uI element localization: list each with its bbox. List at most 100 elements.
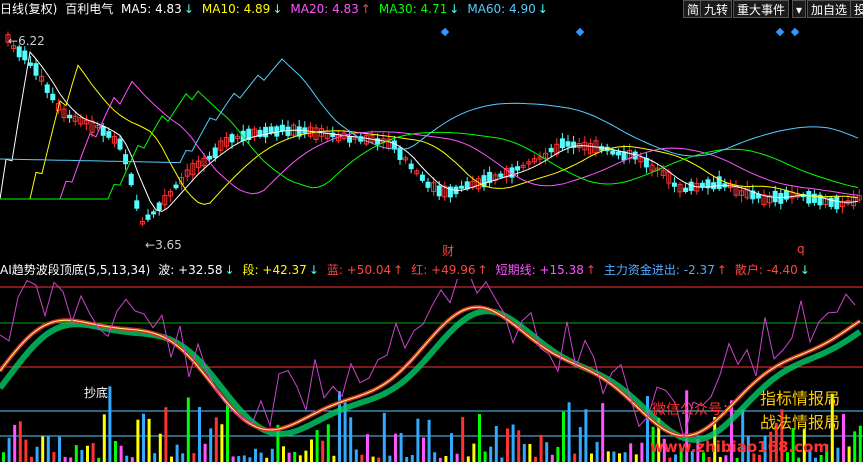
candle-body bbox=[621, 151, 627, 161]
volume-bar bbox=[170, 456, 173, 462]
volume-bar bbox=[478, 414, 481, 462]
candle-body bbox=[408, 163, 414, 170]
volume-bar bbox=[472, 443, 476, 462]
volume-bar bbox=[618, 453, 621, 462]
volume-bar bbox=[237, 455, 241, 462]
volume-bar bbox=[506, 428, 509, 462]
candle-body bbox=[391, 140, 397, 150]
volume-bar bbox=[461, 417, 465, 462]
ind-item-1: 段: +42.37 ↓ bbox=[242, 263, 319, 277]
volume-bar bbox=[858, 425, 862, 462]
candle-body bbox=[436, 185, 442, 197]
volume-bar bbox=[634, 454, 638, 462]
volume-bar bbox=[119, 445, 123, 462]
volume-bar bbox=[399, 432, 403, 462]
indicator-name[interactable]: AI趋势波段顶底(5,5,13,34) bbox=[0, 263, 150, 277]
volume-bar bbox=[842, 413, 845, 462]
candle-body bbox=[173, 184, 179, 189]
event-diamond bbox=[775, 27, 785, 37]
volume-bar bbox=[629, 443, 633, 462]
candle-body bbox=[515, 166, 521, 171]
candle-body bbox=[33, 63, 39, 76]
ind-item-arrow-5: ↑ bbox=[716, 263, 727, 277]
indicator-header: AI趋势波段顶底(5,5,13,34) 波: +32.58 ↓ 段: +42.37 ↓… bbox=[0, 261, 863, 279]
ind-item-5: 主力资金进出: -2.37 ↑ bbox=[603, 263, 727, 277]
volume-bar bbox=[326, 424, 330, 462]
stock-name: 百利电气 bbox=[65, 2, 114, 16]
volume-bar bbox=[438, 457, 442, 462]
ind-item-arrow-4: ↑ bbox=[585, 263, 596, 277]
candle-body bbox=[263, 126, 269, 138]
invest-button[interactable]: 投 bbox=[850, 0, 863, 18]
volume-bar bbox=[142, 413, 145, 462]
volume-bar bbox=[349, 417, 353, 462]
ma-legend: MA5: 4.83 ↓ MA10: 4.89 ↓ MA20: 4.83 ↑ MA30: 4.… bbox=[121, 2, 556, 16]
finance-marker[interactable]: 财 bbox=[442, 242, 454, 259]
volume-bar bbox=[209, 428, 213, 462]
ind-item-0: 波: +32.58 ↓ bbox=[158, 263, 235, 277]
q-marker[interactable]: q bbox=[797, 242, 805, 256]
add-favorite-button[interactable]: 加自选 bbox=[807, 0, 852, 18]
volume-bar bbox=[108, 386, 112, 462]
volume-bar bbox=[573, 453, 577, 462]
candle-body bbox=[643, 157, 649, 168]
volume-bar bbox=[24, 439, 28, 462]
event-diamond bbox=[440, 27, 450, 37]
volume-bar bbox=[41, 436, 45, 462]
volume-bar bbox=[562, 411, 565, 462]
volume-bar bbox=[455, 453, 459, 462]
events-dropdown-icon[interactable]: ▾ bbox=[792, 0, 807, 18]
volume-bar bbox=[578, 427, 582, 462]
volume-bar bbox=[198, 407, 201, 462]
volume-bar bbox=[321, 440, 325, 462]
volume-bar bbox=[394, 433, 397, 462]
candle-body bbox=[459, 185, 465, 189]
volume-bar bbox=[310, 439, 313, 462]
candle-body bbox=[106, 131, 112, 138]
candle-body bbox=[559, 138, 565, 149]
volume-bar bbox=[724, 455, 728, 462]
volume-bar bbox=[517, 430, 521, 462]
moving-average-line bbox=[0, 58, 859, 164]
indicator-chart[interactable] bbox=[0, 279, 863, 462]
candle-body bbox=[755, 193, 761, 199]
volume-bar bbox=[382, 412, 386, 462]
candle-body bbox=[134, 200, 140, 209]
volume-bar bbox=[534, 456, 537, 462]
candle-body bbox=[425, 181, 431, 188]
major-events-button[interactable]: 重大事件 bbox=[733, 0, 790, 18]
candle-body bbox=[22, 50, 28, 61]
volume-bar bbox=[416, 418, 420, 462]
volume-bar bbox=[18, 421, 22, 462]
period-label[interactable]: 日线(复权) bbox=[0, 2, 57, 16]
volume-bar bbox=[718, 456, 722, 462]
volume-bar bbox=[623, 452, 627, 462]
candle-body bbox=[811, 193, 817, 203]
candle-body bbox=[151, 211, 157, 215]
volume-bar bbox=[158, 433, 162, 462]
volume-bar bbox=[707, 456, 711, 462]
ind-item-arrow-3: ↑ bbox=[477, 263, 488, 277]
high-price-label: ←6.22 bbox=[8, 34, 45, 48]
volume-bar bbox=[511, 424, 515, 462]
candle-body bbox=[16, 46, 22, 58]
candle-body bbox=[615, 151, 621, 156]
ma-item-3: MA30: 4.71 ↓ bbox=[378, 2, 460, 16]
volume-bar bbox=[186, 397, 190, 462]
event-diamond bbox=[790, 27, 800, 37]
ind-item-6: 散户: -4.40 ↓ bbox=[734, 263, 810, 277]
volume-bar bbox=[35, 446, 39, 462]
volume-bar bbox=[556, 446, 560, 462]
volume-bar bbox=[444, 456, 448, 462]
nine-turn-button[interactable]: 九转 bbox=[700, 0, 733, 18]
volume-bar bbox=[287, 452, 291, 462]
volume-bar bbox=[304, 450, 308, 462]
candlestick-chart[interactable] bbox=[0, 19, 863, 261]
volume-bar bbox=[265, 457, 269, 462]
volume-bar bbox=[231, 456, 235, 462]
chaodi-label: 抄底 bbox=[84, 386, 109, 400]
ma-item-arrow-0: ↓ bbox=[183, 2, 194, 16]
volume-bar bbox=[450, 433, 453, 462]
volume-bar bbox=[58, 436, 61, 462]
candle-body bbox=[207, 155, 213, 160]
